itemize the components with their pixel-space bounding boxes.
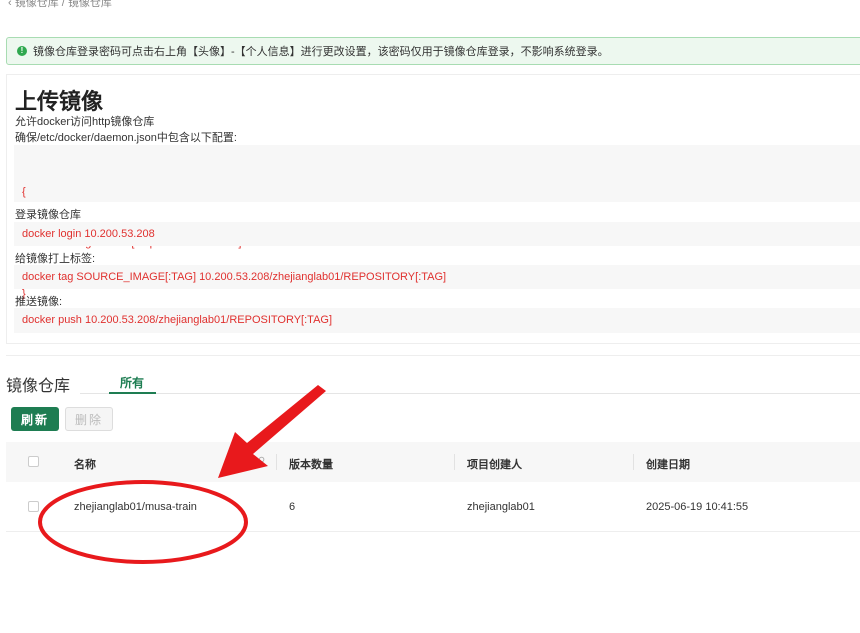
breadcrumb-current: 镜像仓库	[67, 0, 112, 9]
breadcrumb: ‹ 镜像仓库 / 镜像仓库	[8, 0, 112, 10]
daemon-hint-text: 确保/etc/docker/daemon.json中包含以下配置:	[15, 132, 237, 144]
search-icon[interactable]: ⚲	[258, 456, 265, 467]
code-line: {	[22, 186, 26, 198]
column-header-creator[interactable]: 项目创建人	[467, 456, 522, 472]
alert-text: 镜像仓库登录密码可点击右上角【头像】-【个人信息】进行更改设置，该密码仅用于镜像…	[33, 46, 609, 58]
push-command: docker push 10.200.53.208/zhejianglab01/…	[14, 308, 860, 333]
tab-all[interactable]: 所有	[109, 374, 155, 391]
tag-label: 给镜像打上标签:	[15, 253, 96, 265]
select-all-checkbox[interactable]	[28, 456, 39, 467]
column-header-versions[interactable]: 版本数量	[289, 456, 333, 472]
table-header: 名称 ⚲ 版本数量 项目创建人 创建日期	[6, 442, 860, 482]
version-count: 6	[289, 501, 296, 513]
breadcrumb-parent[interactable]: 镜像仓库	[15, 0, 59, 9]
push-label: 推送镜像:	[15, 296, 63, 308]
active-tab-indicator	[109, 392, 156, 394]
info-alert: ! 镜像仓库登录密码可点击右上角【头像】-【个人信息】进行更改设置，该密码仅用于…	[6, 37, 860, 65]
refresh-button[interactable]: 刷新	[11, 407, 59, 431]
allow-http-text: 允许docker访问http镜像仓库	[15, 116, 155, 128]
info-circle-icon: !	[17, 46, 27, 56]
table-row[interactable]: zhejianglab01/musa-train 6 zhejianglab01…	[6, 483, 860, 532]
login-command: docker login 10.200.53.208	[14, 222, 860, 246]
row-checkbox[interactable]	[28, 501, 39, 512]
column-divider	[633, 454, 634, 470]
delete-button[interactable]: 删除	[65, 407, 113, 431]
upload-image-card: 上传镜像 允许docker访问http镜像仓库 确保/etc/docker/da…	[6, 74, 860, 344]
column-divider	[276, 454, 277, 470]
section-divider	[6, 355, 860, 356]
column-divider	[454, 454, 455, 470]
login-label: 登录镜像仓库	[15, 209, 81, 221]
upload-title: 上传镜像	[15, 89, 104, 114]
created-date: 2025-06-19 10:41:55	[646, 501, 749, 513]
tab-bar-line	[80, 393, 860, 394]
column-header-created[interactable]: 创建日期	[646, 456, 690, 472]
tag-command: docker tag SOURCE_IMAGE[:TAG] 10.200.53.…	[14, 265, 860, 289]
daemon-config-code: { 'insecure-registries' : [ http://10.20…	[14, 145, 860, 300]
repo-name-link[interactable]: zhejianglab01/musa-train	[74, 501, 197, 513]
column-header-name[interactable]: 名称	[74, 456, 96, 472]
creator-name: zhejianglab01	[467, 501, 535, 513]
repo-section-title: 镜像仓库	[6, 378, 71, 395]
chevron-left-icon[interactable]: ‹	[8, 0, 12, 9]
